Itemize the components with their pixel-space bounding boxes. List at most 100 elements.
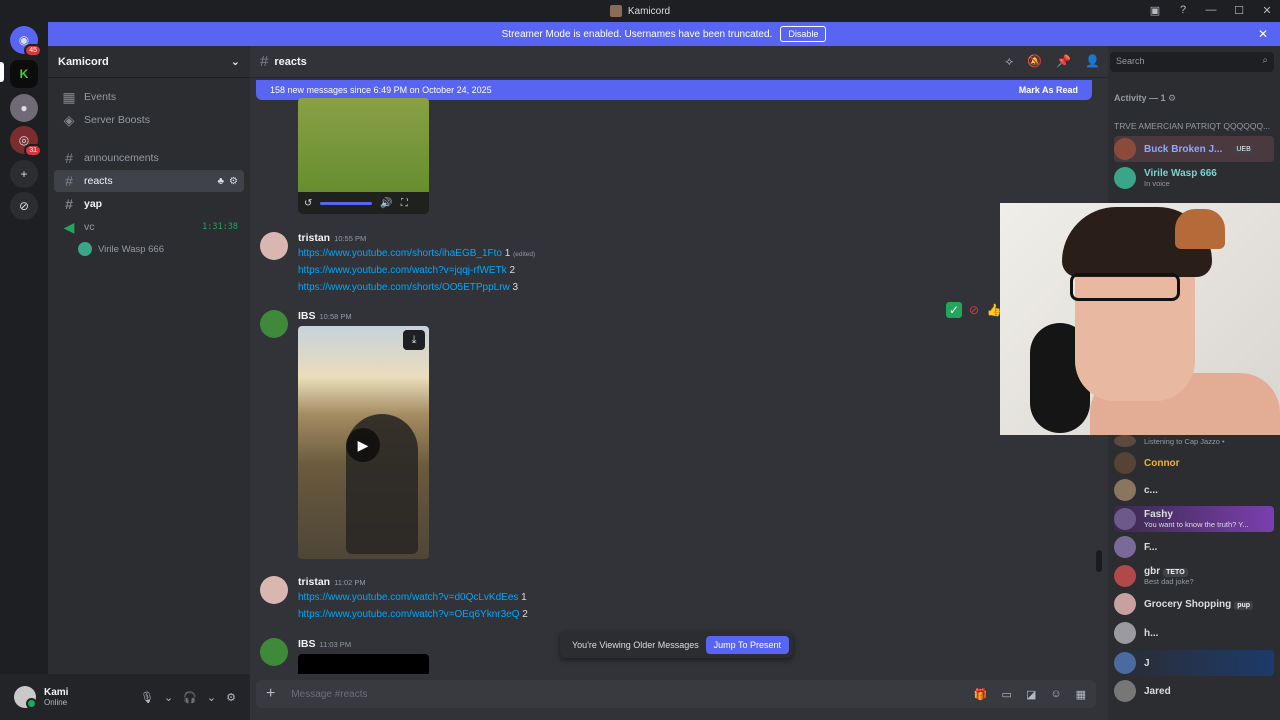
chevron-down-icon[interactable]: ⌄ xyxy=(164,691,173,704)
hash-icon: # xyxy=(65,173,73,189)
add-server-icon[interactable]: + xyxy=(10,160,38,188)
member-item[interactable]: Buck Broken J... UEB xyxy=(1114,136,1274,162)
gift-icon[interactable]: 🎁 xyxy=(974,688,988,701)
sticker-icon[interactable]: ◪ xyxy=(1026,688,1036,701)
discord-home-icon[interactable]: ◉ 45 xyxy=(10,26,42,57)
mark-as-read-button[interactable]: Mark As Read xyxy=(1019,85,1078,95)
volume-icon[interactable]: 🔊 xyxy=(380,198,392,209)
avatar xyxy=(1114,479,1136,501)
avatar[interactable] xyxy=(260,310,288,338)
gif-icon[interactable]: ▭ xyxy=(1002,688,1012,701)
check-icon[interactable]: ✓ xyxy=(946,302,962,318)
avatar[interactable] xyxy=(14,686,37,709)
member-item[interactable]: Connor xyxy=(1114,450,1274,476)
inbox-icon[interactable]: ▣ xyxy=(1148,3,1162,17)
search-icon: ⌕ xyxy=(1262,55,1268,66)
add-attachment-icon[interactable]: + xyxy=(266,685,275,703)
close-window-button[interactable]: ✕ xyxy=(1260,3,1274,17)
settings-icon[interactable]: ⚙ xyxy=(229,176,238,187)
member-item[interactable]: gbr TETO Best dad joke? xyxy=(1114,563,1274,589)
server-2-icon[interactable]: ● xyxy=(10,94,38,122)
scrollbar[interactable] xyxy=(1096,550,1102,572)
new-messages-bar[interactable]: 158 new messages since 6:49 PM on Octobe… xyxy=(256,80,1092,100)
download-icon[interactable]: ⤓ xyxy=(403,330,425,350)
jump-to-present-button[interactable]: Jump To Present xyxy=(705,636,789,654)
avatar xyxy=(1114,435,1136,447)
channel-yap[interactable]: # yap xyxy=(54,193,244,215)
video-embed[interactable]: ↺ 🔊 ⛶ xyxy=(298,98,429,214)
member-item[interactable]: Grocery Shopping pup xyxy=(1114,591,1274,617)
channel-reacts[interactable]: # reacts ♣ ⚙ xyxy=(54,170,244,192)
channel-boosts[interactable]: ◈ Server Boosts xyxy=(54,109,244,131)
disable-streamer-button[interactable]: Disable xyxy=(780,26,827,42)
pin-icon[interactable]: 📌 xyxy=(1056,54,1071,69)
member-item[interactable]: F... xyxy=(1114,534,1274,560)
message-author[interactable]: tristan 10:55 PM xyxy=(298,232,366,244)
avatar[interactable] xyxy=(260,638,288,666)
video-embed[interactable]: ▶ ⤓ xyxy=(298,326,429,559)
window-title: Kamicord xyxy=(627,5,671,17)
emoji-icon[interactable]: ☺ xyxy=(1050,688,1061,701)
maximize-button[interactable]: ☐ xyxy=(1232,3,1246,17)
avatar xyxy=(1114,167,1136,189)
help-icon[interactable]: ? xyxy=(1176,3,1190,17)
threads-icon[interactable]: ⟡ xyxy=(1005,54,1013,69)
play-icon[interactable]: ▶ xyxy=(346,428,380,462)
timestamp: 10:55 PM xyxy=(334,234,367,243)
member-item[interactable]: Fashy You want to know the truth? Y... xyxy=(1114,506,1274,532)
message-actions: ✓ ⊘ 👍 xyxy=(946,302,1002,318)
settings-icon[interactable]: ⚙ xyxy=(226,691,236,704)
hash-icon: # xyxy=(65,196,73,212)
message-author[interactable]: tristan 11:02 PM xyxy=(298,576,366,588)
hash-icon: # xyxy=(65,150,73,166)
message-author[interactable]: IBS 11:03 PM xyxy=(298,638,351,650)
member-item[interactable]: h... xyxy=(1114,620,1274,646)
message-link[interactable]: https://www.youtube.com/shorts/OO5ETPppL… xyxy=(298,282,518,293)
server-rail: ◉ 45 K ● ◎ 31 + ⊘ xyxy=(0,22,48,720)
mic-icon[interactable]: 🎙 xyxy=(140,691,154,704)
minimize-button[interactable]: — xyxy=(1204,3,1218,17)
channel-events[interactable]: ▦ Events xyxy=(54,86,244,108)
search-input[interactable]: Search ⌕ xyxy=(1110,52,1274,72)
message-link[interactable]: https://www.youtube.com/watch?v=jqqj-rfW… xyxy=(298,265,515,276)
server-k-icon[interactable]: K xyxy=(10,60,38,88)
discover-icon[interactable]: ⊘ xyxy=(10,192,38,220)
headphones-icon[interactable]: 🎧 xyxy=(183,691,197,704)
close-banner-icon[interactable]: ✕ xyxy=(1258,27,1268,41)
message-input[interactable]: Message #reacts xyxy=(291,689,367,700)
volume-slider[interactable] xyxy=(320,201,373,205)
message-author[interactable]: IBS 10:58 PM xyxy=(298,310,352,322)
video-embed[interactable] xyxy=(298,654,429,674)
avatar[interactable] xyxy=(260,576,288,604)
chevron-down-icon[interactable]: ⌄ xyxy=(207,691,216,704)
replay-icon[interactable]: ↺ xyxy=(304,198,312,209)
message-link[interactable]: https://www.youtube.com/watch?v=d0QcLvKd… xyxy=(298,592,527,603)
member-item[interactable]: Jared xyxy=(1114,678,1274,704)
timestamp: 11:03 PM xyxy=(319,640,352,649)
member-item[interactable]: c... xyxy=(1114,477,1274,503)
channel-announcements[interactable]: # announcements xyxy=(54,147,244,169)
message-composer[interactable]: + Message #reacts 🎁 ▭ ◪ ☺ ▦ xyxy=(256,680,1096,708)
notifications-icon[interactable]: 🔕 xyxy=(1027,54,1042,69)
vc-user[interactable]: Virile Wasp 666 xyxy=(78,242,164,256)
members-icon[interactable]: 👤 xyxy=(1085,54,1100,69)
message-link[interactable]: https://www.youtube.com/shorts/ihaEGB_1F… xyxy=(298,248,535,259)
avatar[interactable] xyxy=(260,232,288,260)
home-badge: 45 xyxy=(24,44,42,57)
invite-icon[interactable]: ♣ xyxy=(217,176,224,187)
webcam-overlay xyxy=(1000,203,1280,435)
apps-icon[interactable]: ▦ xyxy=(1076,688,1086,701)
message-link[interactable]: https://www.youtube.com/watch?v=OEq6Yknr… xyxy=(298,609,528,620)
member-item[interactable]: Virile Wasp 666 In voice xyxy=(1114,165,1274,191)
member-item[interactable]: J xyxy=(1114,650,1274,676)
no-icon[interactable]: ⊘ xyxy=(966,302,982,318)
server-3-icon[interactable]: ◎ 31 xyxy=(10,126,42,157)
channel-label: Server Boosts xyxy=(84,114,150,126)
calendar-icon: ▦ xyxy=(62,88,76,105)
avatar xyxy=(1114,652,1136,674)
channel-title: reacts xyxy=(274,55,307,68)
guild-header[interactable]: Kamicord ⌄ xyxy=(48,46,250,78)
boost-icon: ◈ xyxy=(63,111,75,128)
fullscreen-icon[interactable]: ⛶ xyxy=(401,198,408,209)
channel-vc[interactable]: ◀ vc 1:31:38 xyxy=(54,216,244,238)
